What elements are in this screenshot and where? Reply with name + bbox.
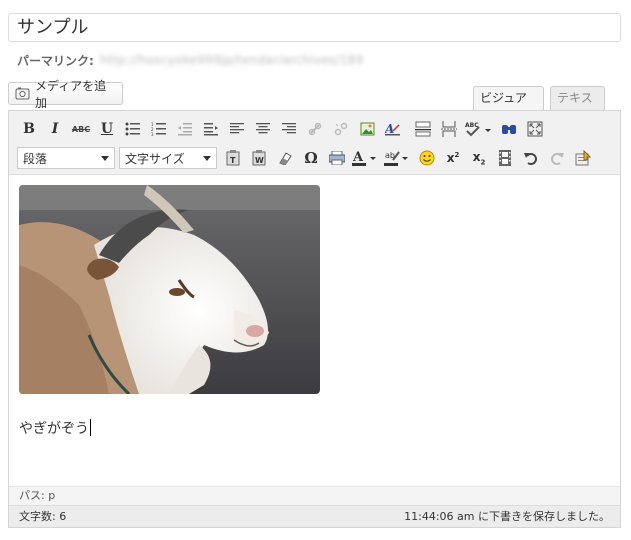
tab-text[interactable]: テキスト (550, 86, 605, 127)
tab-visual[interactable]: ビジュアル (473, 86, 544, 127)
svg-text:T: T (230, 156, 236, 165)
align-left-icon[interactable] (225, 118, 249, 140)
align-center-icon[interactable] (251, 118, 275, 140)
bullet-list-icon[interactable] (121, 118, 145, 140)
outdent-icon[interactable] (173, 118, 197, 140)
fontsize-select-value: 文字サイズ (125, 151, 185, 166)
word-count: 文字数: 6 (19, 510, 67, 523)
print-icon[interactable] (325, 147, 349, 169)
goat-image[interactable] (19, 185, 320, 394)
media-embed-icon[interactable] (493, 147, 517, 169)
image-icon[interactable] (355, 118, 379, 140)
svg-text:W: W (255, 156, 264, 165)
permalink-bar: パーマリンク: http://hoscyoke999jp/tendar/arch… (17, 51, 364, 69)
anchor-icon[interactable]: A (381, 118, 405, 140)
permalink-url[interactable]: http://hoscyoke999jp/tendar/archives/189 (100, 53, 364, 67)
toolbar-row-2: 段落 文字サイズ T W Ω A ab x2 x2 (17, 145, 597, 171)
link-icon[interactable] (303, 118, 327, 140)
align-right-icon[interactable] (277, 118, 301, 140)
numbered-list-icon[interactable]: 123 (147, 118, 171, 140)
superscript-icon[interactable]: x2 (441, 147, 465, 169)
fullscreen-icon[interactable] (523, 118, 547, 140)
format-select-value: 段落 (23, 151, 48, 166)
page-break-icon[interactable] (437, 118, 461, 140)
emoticon-icon[interactable] (415, 147, 439, 169)
subscript-icon[interactable]: x2 (467, 147, 491, 169)
toolbar-row-1: B I ABC U 123 A ABC (17, 116, 549, 142)
editor-toolbar: B I ABC U 123 A ABC 段落 文字サイズ T W Ω A ab … (9, 111, 620, 175)
fontsize-select[interactable]: 文字サイズ (119, 147, 217, 169)
svg-text:3: 3 (151, 132, 154, 136)
status-bar: 文字数: 6 11:44:06 am に下書きを保存しました。 (9, 505, 620, 527)
camera-icon (15, 87, 30, 100)
chevron-down-icon (203, 155, 211, 161)
svg-text:A: A (352, 150, 364, 165)
special-char-icon[interactable]: Ω (299, 147, 323, 169)
editor-container: B I ABC U 123 A ABC 段落 文字サイズ T W Ω A ab … (8, 110, 621, 528)
unlink-icon[interactable] (329, 118, 353, 140)
redo-icon[interactable] (545, 147, 569, 169)
hr-icon[interactable] (411, 118, 435, 140)
indent-icon[interactable] (199, 118, 223, 140)
highlight-color-icon[interactable]: ab (383, 147, 413, 169)
autosave-status: 11:44:06 am に下書きを保存しました。 (404, 510, 610, 523)
post-body-text-content: やぎがぞう (19, 421, 89, 437)
format-select[interactable]: 段落 (17, 147, 115, 169)
add-media-button[interactable]: メディアを追加 (8, 79, 123, 110)
spellcheck-icon[interactable]: ABC (463, 118, 495, 140)
undo-icon[interactable] (519, 147, 543, 169)
chevron-down-icon (101, 155, 109, 161)
text-color-icon[interactable]: A (351, 147, 381, 169)
element-path-bar: パス: p (9, 486, 620, 505)
post-title-input[interactable]: サンプル (8, 13, 621, 42)
bold-icon[interactable]: B (17, 118, 41, 140)
editor-content[interactable]: やぎがぞう (9, 176, 620, 486)
strikethrough-icon[interactable]: ABC (69, 118, 93, 140)
paste-text-icon[interactable]: T (221, 147, 245, 169)
wp-help-icon[interactable] (571, 147, 595, 169)
italic-icon[interactable]: I (43, 118, 67, 140)
find-icon[interactable] (497, 118, 521, 140)
permalink-label: パーマリンク: (17, 53, 94, 68)
add-media-label: メディアを追加 (35, 78, 107, 110)
text-caret (90, 419, 91, 436)
svg-text:A: A (385, 122, 394, 136)
remove-format-icon[interactable] (273, 147, 297, 169)
paste-word-icon[interactable]: W (247, 147, 271, 169)
post-body-text[interactable]: やぎがぞう (19, 418, 91, 438)
underline-icon[interactable]: U (95, 118, 119, 140)
